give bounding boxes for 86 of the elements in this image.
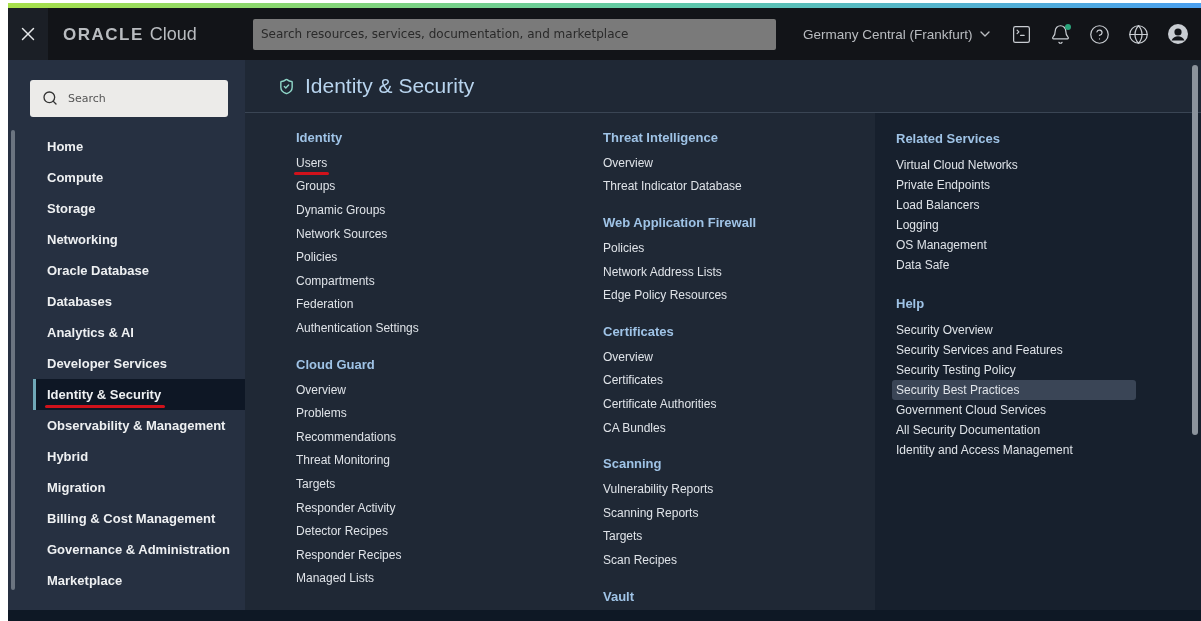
menu-link[interactable]: Targets xyxy=(296,472,603,496)
menu-link[interactable]: Logging xyxy=(896,215,1201,235)
menu-link[interactable]: Recommendations xyxy=(296,424,603,449)
menu-link[interactable]: Network Address Lists xyxy=(603,259,875,284)
sidebar-item[interactable]: Billing & Cost Management xyxy=(33,503,245,534)
section-heading: Related Services xyxy=(896,130,1002,148)
globe-icon xyxy=(1128,23,1150,45)
menu-link[interactable]: Government Cloud Services xyxy=(896,400,1201,420)
menu-link[interactable]: Data Safe xyxy=(896,255,1201,275)
terminal-button[interactable] xyxy=(1010,23,1033,45)
menu-link[interactable]: Scan Recipes xyxy=(603,548,875,572)
menu-link[interactable]: Users xyxy=(296,151,603,175)
sidebar-item[interactable]: Oracle Database xyxy=(33,255,245,286)
shield-icon xyxy=(278,77,295,95)
logo-product: Cloud xyxy=(149,23,197,45)
menu-link[interactable]: Detector Recipes xyxy=(296,519,603,543)
help-icon xyxy=(1089,23,1111,45)
sidebar-item[interactable]: Analytics & AI xyxy=(33,317,245,348)
menu-link[interactable]: Security Best Practices xyxy=(892,380,1136,400)
menu-link[interactable]: Threat Monitoring xyxy=(296,448,603,473)
menu-link[interactable]: Network Sources xyxy=(296,221,603,246)
menu-link[interactable]: Compartments xyxy=(296,268,603,293)
search-field[interactable]: Search resources, services, documentation, and marketplace xyxy=(253,18,776,50)
sidebar-item[interactable]: Developer Services xyxy=(33,348,245,379)
menu-link[interactable]: Policies xyxy=(603,236,875,260)
menu-link[interactable]: Security Overview xyxy=(896,320,1201,340)
sidebar-item[interactable]: Identity & Security xyxy=(33,379,245,410)
menu-link[interactable]: Threat Indicator Database xyxy=(603,174,875,199)
menu-link[interactable]: Policies xyxy=(296,245,603,269)
sidebar-item[interactable]: Governance & Administration xyxy=(33,534,245,565)
logo[interactable]: ORACLE Cloud xyxy=(63,23,253,45)
menu-link[interactable]: Targets xyxy=(603,524,875,549)
sidebar-item[interactable]: Marketplace xyxy=(33,565,245,596)
language-button[interactable] xyxy=(1127,23,1150,45)
menu-link[interactable]: Certificate Authorities xyxy=(603,392,875,416)
section-heading: Cloud Guard xyxy=(296,355,376,374)
sidebar-search-field[interactable]: Search xyxy=(30,80,228,117)
menu-link[interactable]: Responder Activity xyxy=(296,495,603,520)
menu-link[interactable]: Edge Policy Resources xyxy=(603,283,875,307)
avatar-icon xyxy=(1166,23,1189,45)
menu-link[interactable]: Scanning Reports xyxy=(603,500,875,525)
region-selector[interactable]: Germany Central (Frankfurt) xyxy=(803,26,993,42)
sidebar-item[interactable]: Observability & Management xyxy=(33,410,245,441)
menu-link[interactable]: Dynamic Groups xyxy=(296,198,603,222)
section-heading: Help xyxy=(896,295,926,313)
section-heading: Threat Intelligence xyxy=(603,129,719,147)
sidebar-item[interactable]: Hybrid xyxy=(33,441,245,472)
menu-link[interactable]: CA Bundles xyxy=(603,415,875,440)
menu-link[interactable]: Security Testing Policy xyxy=(896,360,1201,380)
menu-link[interactable]: Problems xyxy=(296,401,603,425)
sidebar-item[interactable]: Compute xyxy=(33,162,245,193)
menu-link[interactable]: Federation xyxy=(296,292,603,317)
logo-wordmark: ORACLE xyxy=(63,24,144,45)
menu-link[interactable]: Overview xyxy=(603,151,875,175)
menu-link[interactable]: Authentication Settings xyxy=(296,316,603,340)
sidebar-item[interactable]: Databases xyxy=(33,286,245,317)
sidebar-item[interactable]: Migration xyxy=(33,472,245,503)
menu-link[interactable]: Overview xyxy=(296,377,603,402)
menu-link[interactable]: Private Endpoints xyxy=(896,175,1201,195)
sidebar-item[interactable]: Storage xyxy=(33,193,245,224)
section-heading: Web Application Firewall xyxy=(603,214,758,233)
section-heading: Vault xyxy=(603,587,636,606)
menu-link[interactable]: All Security Documentation xyxy=(896,420,1201,440)
sidebar-item[interactable]: Home xyxy=(33,131,245,162)
close-button[interactable] xyxy=(8,8,48,60)
menu-link[interactable]: Certificates xyxy=(603,368,875,393)
bell-icon xyxy=(1050,23,1072,45)
profile-button[interactable] xyxy=(1166,23,1189,45)
section-heading: Identity xyxy=(296,129,344,147)
menu-link[interactable]: Managed Lists xyxy=(296,566,603,591)
notifications-button[interactable] xyxy=(1049,23,1072,45)
search-icon xyxy=(42,90,58,106)
help-button[interactable] xyxy=(1088,23,1111,45)
menu-link[interactable]: Load Balancers xyxy=(896,195,1201,215)
menu-link[interactable]: Responder Recipes xyxy=(296,542,603,567)
menu-link[interactable]: OS Management xyxy=(896,235,1201,255)
menu-link[interactable]: Identity and Access Management xyxy=(896,440,1201,460)
section-heading: Scanning xyxy=(603,455,663,474)
menu-link[interactable]: Virtual Cloud Networks xyxy=(896,155,1201,175)
section-heading: Certificates xyxy=(603,322,675,341)
menu-link[interactable]: Vulnerability Reports xyxy=(603,477,875,501)
menu-link[interactable]: Groups xyxy=(296,174,603,199)
sidebar-item[interactable]: Networking xyxy=(33,224,245,255)
terminal-icon xyxy=(1011,23,1033,45)
menu-link[interactable]: Security Services and Features xyxy=(896,340,1201,360)
menu-link[interactable]: Overview xyxy=(603,344,875,369)
